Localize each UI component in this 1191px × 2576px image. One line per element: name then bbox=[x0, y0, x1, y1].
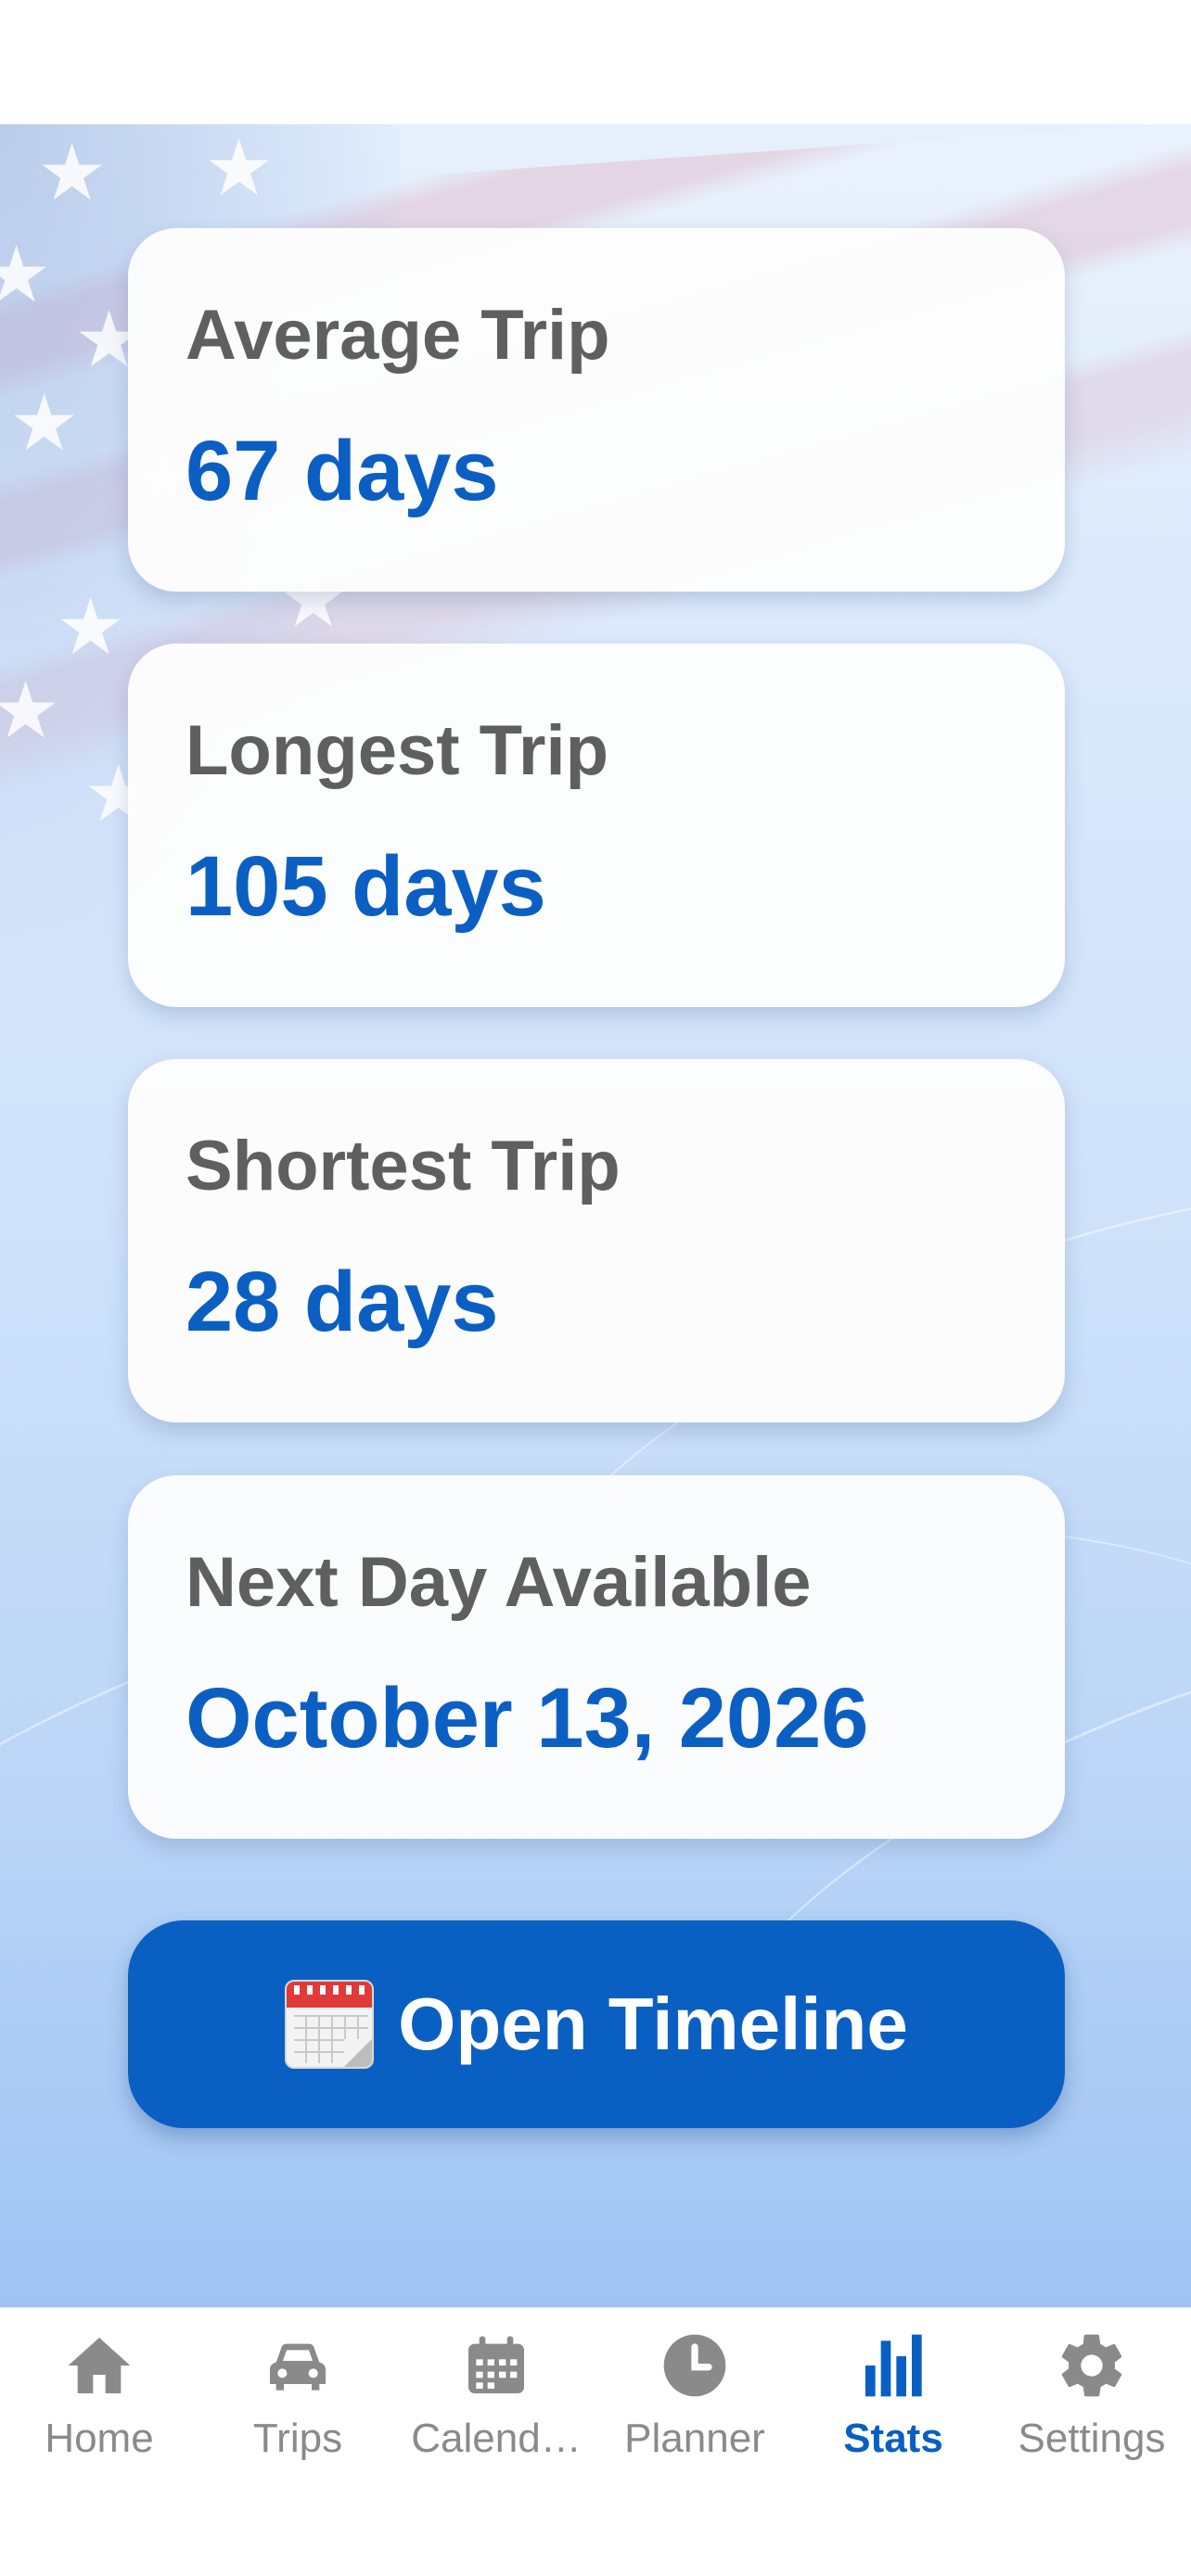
tab-stats[interactable]: Stats bbox=[794, 2328, 992, 2486]
open-timeline-button[interactable]: Open Timeline bbox=[128, 1920, 1065, 2128]
tab-label: Settings bbox=[1018, 2416, 1166, 2461]
calendar-emoji-icon bbox=[285, 1980, 375, 2069]
star-icon: ★ bbox=[37, 129, 108, 216]
average-trip-card: Average Trip 67 days bbox=[128, 228, 1065, 592]
calendar-icon bbox=[468, 2336, 524, 2393]
star-icon: ★ bbox=[9, 379, 80, 466]
card-value: 67 days bbox=[186, 424, 499, 518]
star-icon: ★ bbox=[0, 667, 61, 754]
card-value: October 13, 2026 bbox=[186, 1671, 869, 1766]
clock-icon bbox=[663, 2334, 726, 2397]
tab-label: Calend… bbox=[411, 2416, 582, 2461]
bar-chart-icon bbox=[865, 2334, 922, 2397]
status-bar-area bbox=[0, 0, 1191, 124]
next-day-available-card: Next Day Available October 13, 2026 bbox=[128, 1475, 1065, 1839]
gear-icon bbox=[1061, 2334, 1122, 2397]
tab-label: Trips bbox=[252, 2416, 343, 2461]
card-label: Next Day Available bbox=[186, 1543, 812, 1622]
tab-home[interactable]: Home bbox=[0, 2328, 198, 2486]
car-icon bbox=[270, 2343, 326, 2391]
card-label: Average Trip bbox=[186, 296, 610, 375]
star-icon: ★ bbox=[0, 231, 52, 318]
tab-calendar[interactable]: Calend… bbox=[397, 2328, 596, 2486]
card-value: 28 days bbox=[186, 1255, 499, 1349]
open-timeline-label: Open Timeline bbox=[398, 1983, 908, 2065]
card-value: 105 days bbox=[186, 839, 546, 934]
tab-planner[interactable]: Planner bbox=[596, 2328, 794, 2486]
star-icon: ★ bbox=[56, 583, 126, 670]
tab-trips[interactable]: Trips bbox=[198, 2328, 397, 2486]
shortest-trip-card: Shortest Trip 28 days bbox=[128, 1059, 1065, 1422]
star-icon: ★ bbox=[204, 124, 275, 211]
card-label: Shortest Trip bbox=[186, 1127, 621, 1205]
bottom-tab-bar: Home Trips Calend… Planner Stats Setting… bbox=[0, 2307, 1191, 2576]
tab-label: Stats bbox=[843, 2416, 943, 2461]
tab-settings[interactable]: Settings bbox=[992, 2328, 1191, 2486]
longest-trip-card: Longest Trip 105 days bbox=[128, 644, 1065, 1007]
tab-label: Home bbox=[45, 2416, 154, 2461]
tab-label: Planner bbox=[624, 2416, 765, 2461]
home-icon bbox=[68, 2338, 131, 2393]
card-label: Longest Trip bbox=[186, 711, 608, 790]
